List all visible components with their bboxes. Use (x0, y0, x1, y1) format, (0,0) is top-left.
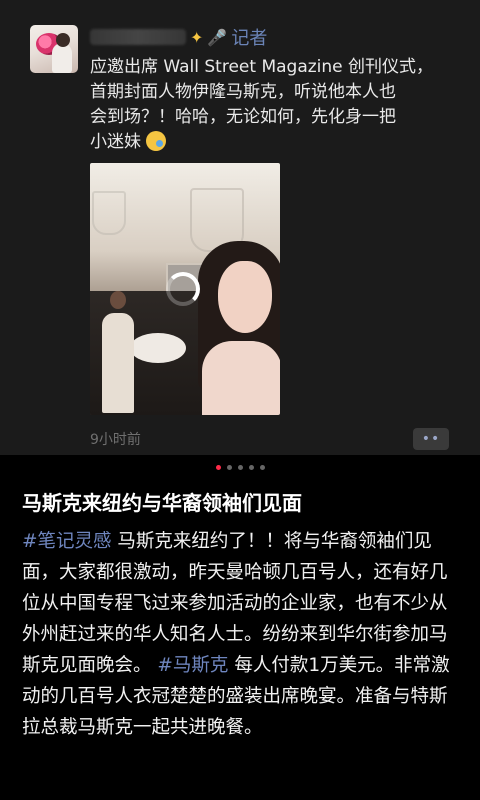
laugh-emoji-icon (146, 131, 167, 151)
page-dot[interactable] (226, 465, 232, 470)
chandelier-image (92, 191, 126, 235)
moment-text-line: 会到场？！哈哈，无论如何，先化身一把 (90, 107, 396, 127)
article-title: 马斯克来纽约与华裔领袖们见面 (22, 491, 302, 515)
avatar[interactable] (30, 25, 78, 73)
woman-face-image (218, 261, 272, 333)
table-image (130, 333, 186, 363)
page-dot[interactable] (248, 465, 254, 470)
post-time: 9小时前 (90, 432, 141, 448)
person-image (52, 43, 72, 73)
moment-text-line: 首期封面人物伊隆马斯克，听说他本人也 (90, 82, 396, 102)
video-thumbnail[interactable] (90, 163, 280, 415)
author-role: 记者 (231, 28, 268, 49)
moment-card: ✦ 🎤 记者 应邀出席 Wall Street Magazine 创刊仪式， 首… (0, 0, 480, 455)
woman-body-image (202, 341, 280, 415)
mic-icon: 🎤 (207, 27, 228, 47)
moment-text-line: 小迷妹 (90, 130, 455, 155)
page-dots (0, 465, 480, 470)
guest-image (102, 313, 134, 413)
guest-head-image (110, 291, 126, 309)
page-dot[interactable] (237, 465, 243, 470)
hashtag-link[interactable]: #马斯克 (157, 655, 228, 676)
article-body: #笔记灵感 马斯克来纽约了！！将与华裔领袖们见面，大家都很激动，昨天曼哈顿几百号… (22, 526, 460, 743)
moment-text-line: 应邀出席 Wall Street Magazine 创刊仪式， (90, 57, 434, 77)
author-row: ✦ 🎤 记者 (90, 24, 267, 50)
page-dot[interactable] (259, 465, 265, 470)
moment-text-line-end: 小迷妹 (90, 132, 141, 152)
moment-text: 应邀出席 Wall Street Magazine 创刊仪式， 首期封面人物伊隆… (90, 55, 455, 155)
author-name-blurred[interactable] (90, 29, 186, 45)
sparkle-icon: ✦ (190, 27, 204, 47)
page-dot-active[interactable] (215, 465, 221, 470)
video-loading-spinner (166, 272, 200, 306)
more-icon[interactable]: •• (413, 428, 449, 450)
hashtag-link[interactable]: #笔记灵感 (22, 531, 112, 552)
person-hair-image (56, 33, 70, 47)
